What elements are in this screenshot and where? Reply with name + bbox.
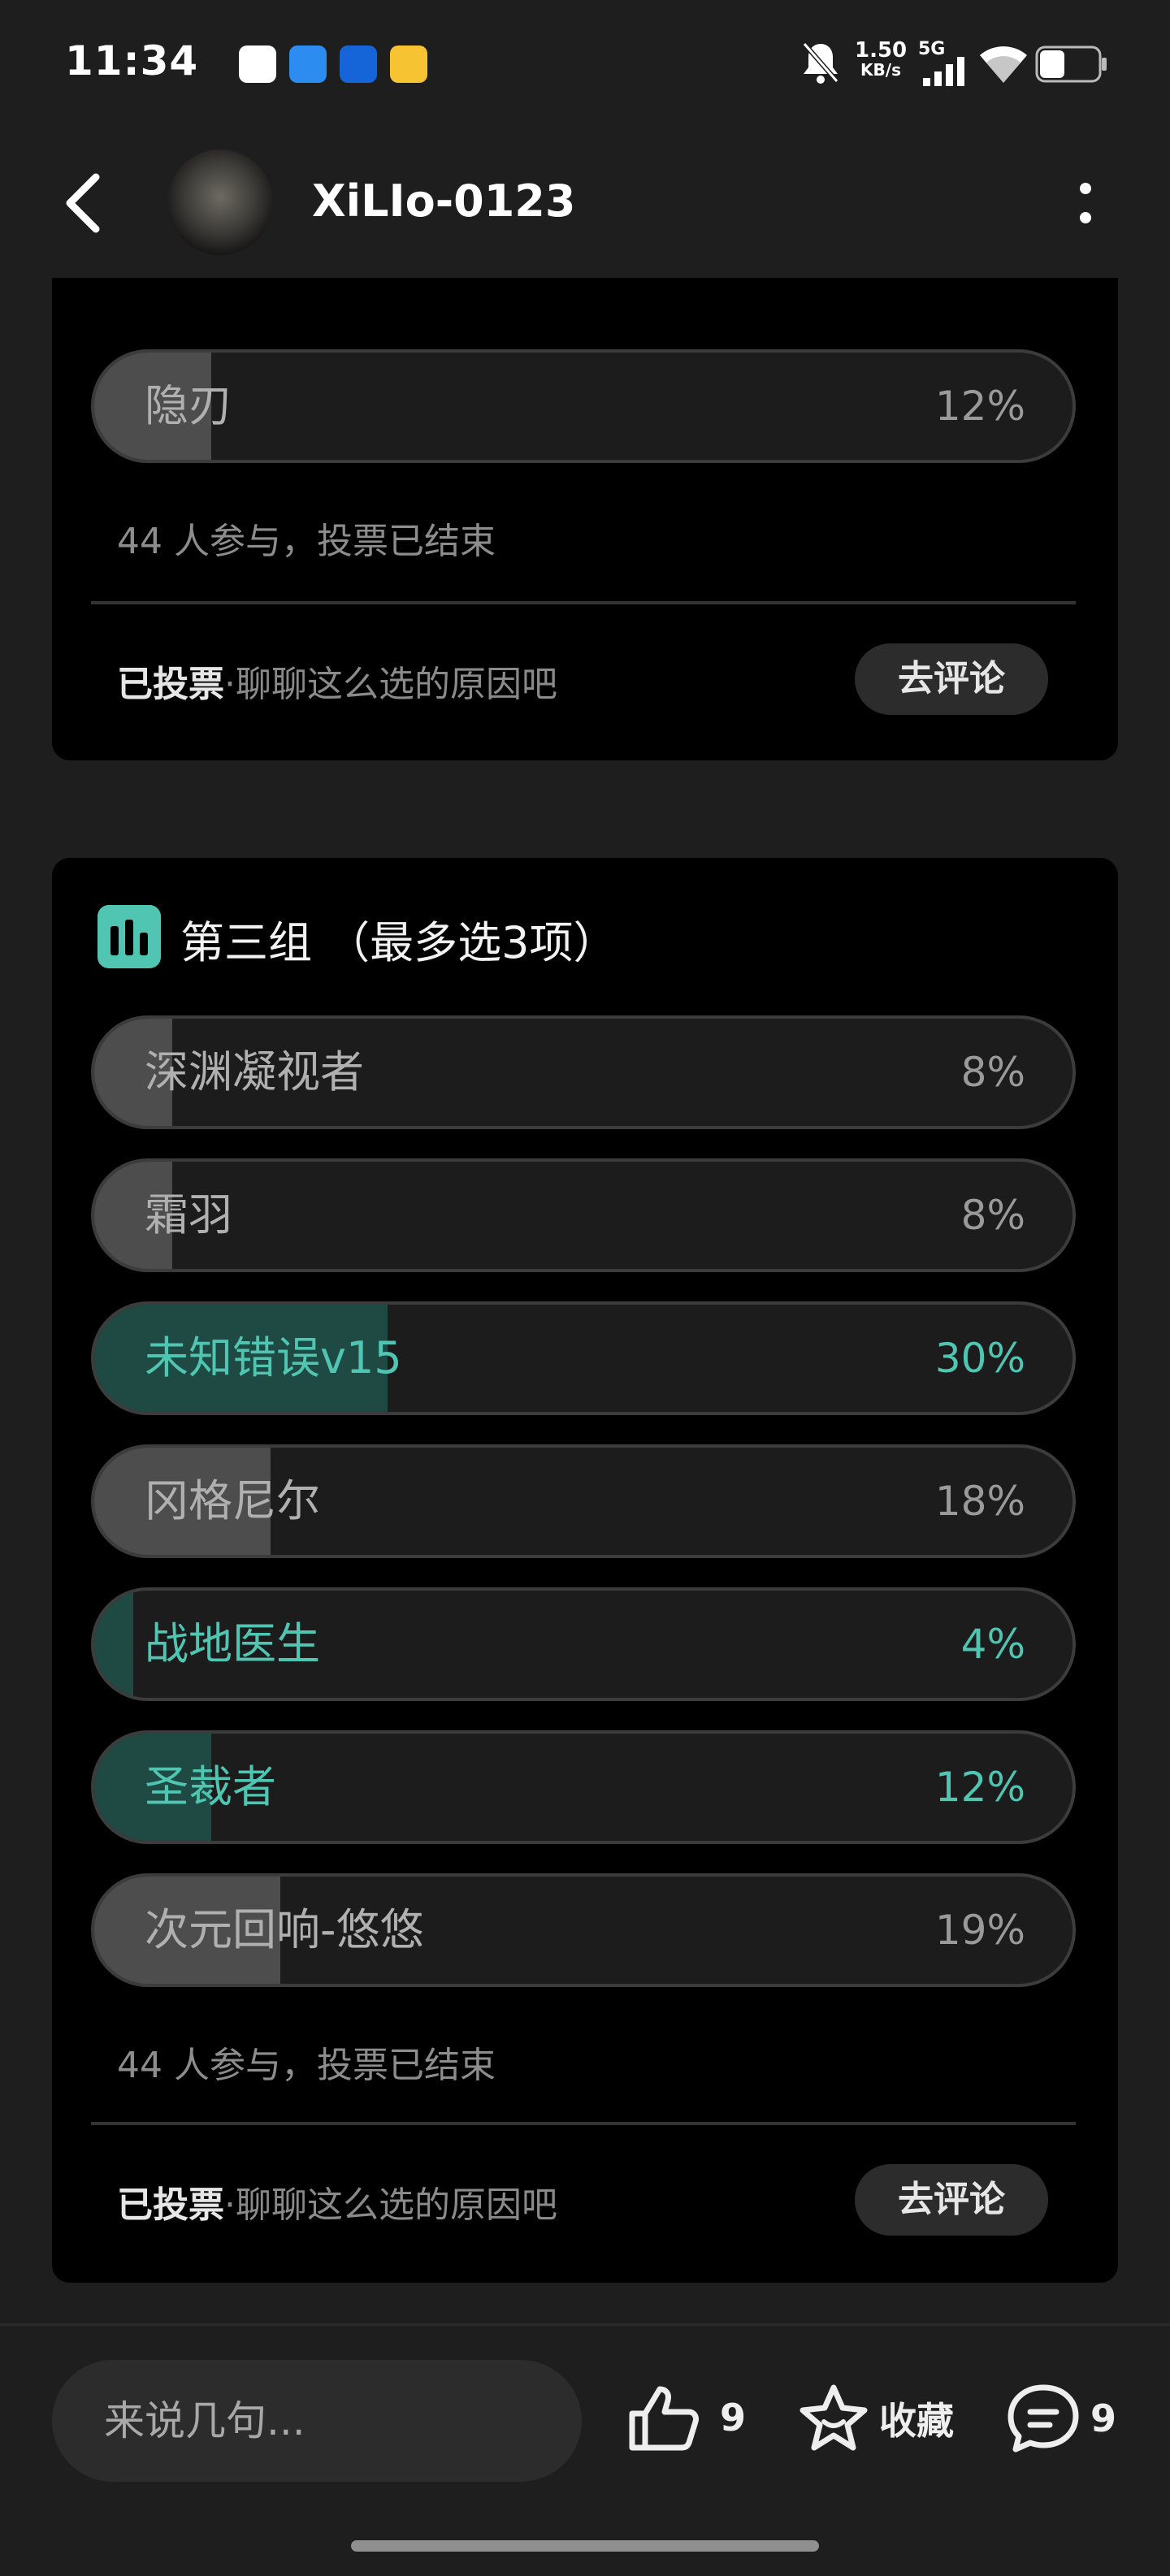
net-speed-unit: KB/s [860,60,901,80]
option-label: 霜羽 [145,1189,232,1240]
status-bar: 11:34 1.50 KB/s 5G [0,0,1170,130]
poll-card-group3: 第三组 （最多选3项） 深渊凝视者 8% 霜羽 8% 未知错误v15 30% 冈… [52,858,1118,2283]
status-time: 11:34 [65,37,199,84]
thumbs-up-icon [629,2386,699,2451]
option-percent: 4% [960,1621,1025,1668]
poll-option[interactable]: 深渊凝视者 8% [91,1015,1076,1129]
comment-input[interactable]: 来说几句... [52,2360,582,2482]
favorite-button[interactable]: 收藏 [796,2383,954,2454]
option-label: 圣裁者 [145,1761,276,1812]
star-smile-icon [800,2384,868,2451]
voted-label: 已投票 [117,2184,224,2226]
wifi-icon [980,46,1027,83]
more-options-icon[interactable] [1068,177,1103,234]
poll-option-selected[interactable]: 圣裁者 12% [91,1730,1076,1844]
voted-status: 已投票·聊聊这么选的原因吧 [117,2176,557,2227]
comment-bubble-icon [1008,2384,1079,2453]
voted-label: 已投票 [117,664,224,705]
app-notification-icon-2 [289,45,327,83]
go-comment-button[interactable]: 去评论 [855,643,1048,715]
home-indicator[interactable] [351,2540,819,2552]
poll-chart-icon [98,905,161,968]
poll-title: 第三组 （最多选3项） [180,917,618,968]
participants-text: 44 人参与，投票已结束 [117,521,496,562]
voted-status: 已投票·聊聊这么选的原因吧 [117,655,557,707]
bottom-action-bar: 来说几句... 9 收藏 9 [0,2323,1170,2576]
signal-bars-icon [923,57,964,86]
option-label: 次元回响-悠悠 [145,1904,424,1955]
user-avatar[interactable] [167,149,273,255]
voted-prompt: ·聊聊这么选的原因吧 [224,664,557,705]
poll-option[interactable]: 隐刃 12% [91,349,1076,463]
option-percent: 19% [934,1907,1025,1954]
app-header: XiLIo-0123 [0,130,1170,278]
go-comment-button[interactable]: 去评论 [855,2164,1048,2236]
status-app-icons [239,45,427,83]
option-label: 冈格尼尔 [145,1475,320,1526]
comment-count-button[interactable]: 9 [1006,2383,1116,2454]
option-percent: 30% [934,1335,1025,1382]
option-percent: 12% [934,1764,1025,1811]
app-notification-icon-1 [239,45,276,83]
option-percent: 12% [934,383,1025,430]
cellular-signal: 5G [918,39,970,88]
bell-muted-icon [802,42,839,84]
poll-option[interactable]: 次元回响-悠悠 19% [91,1873,1076,1987]
voted-prompt: ·聊聊这么选的原因吧 [224,2184,557,2226]
option-label: 战地医生 [145,1618,320,1669]
poll-option-selected[interactable]: 战地医生 4% [91,1587,1076,1701]
option-label: 隐刃 [145,380,232,431]
poll-option[interactable]: 霜羽 8% [91,1158,1076,1272]
option-percent: 8% [960,1049,1025,1096]
divider [91,2122,1076,2125]
back-arrow-icon[interactable] [57,171,114,236]
comment-count: 9 [1090,2396,1117,2440]
net-speed: 1.50 KB/s [855,38,908,80]
divider [91,601,1076,604]
option-percent: 8% [960,1192,1025,1239]
option-label: 未知错误v15 [145,1332,402,1383]
option-label: 深渊凝视者 [145,1046,364,1098]
option-fill [94,1591,134,1698]
participants-text: 44 人参与，投票已结束 [117,2045,496,2086]
username[interactable]: XiLIo-0123 [312,175,575,227]
net-speed-value: 1.50 [855,38,908,63]
like-button[interactable]: 9 [627,2383,746,2453]
favorite-label: 收藏 [879,2399,954,2443]
poll-card-previous: 隐刃 12% 44 人参与，投票已结束 已投票·聊聊这么选的原因吧 去评论 [52,149,1118,760]
option-percent: 18% [934,1478,1025,1525]
poll-option[interactable]: 冈格尼尔 18% [91,1444,1076,1558]
poll-option-selected[interactable]: 未知错误v15 30% [91,1301,1076,1415]
app-notification-icon-3 [340,45,377,83]
like-count: 9 [720,2396,747,2440]
battery-icon [1035,45,1107,83]
app-notification-icon-4 [390,45,427,83]
